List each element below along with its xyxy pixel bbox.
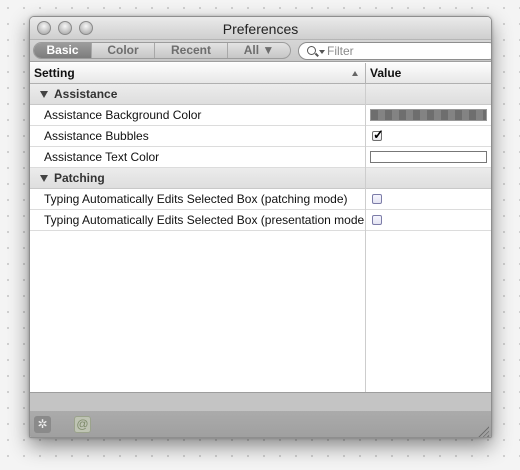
toolbar: Basic Color Recent All ▼ [30,40,491,62]
tab-color[interactable]: Color [92,43,155,58]
table-row[interactable]: Assistance Text Color [30,147,491,168]
tab-basic[interactable]: Basic [34,43,92,58]
disclosure-triangle-icon[interactable] [40,175,48,182]
bottom-bar: ✲ @ [30,392,491,437]
table-row[interactable]: Typing Automatically Edits Selected Box … [30,189,491,210]
checkmark-icon: ✓ [373,127,384,142]
column-divider[interactable] [365,63,366,84]
column-header-value[interactable]: Value [370,66,401,80]
tab-all[interactable]: All ▼ [228,43,290,58]
color-well[interactable] [370,109,487,121]
checkbox[interactable] [372,215,382,225]
column-header-setting[interactable]: Setting [34,66,75,80]
checkbox[interactable] [372,194,382,204]
search-icon[interactable] [307,46,316,55]
gear-icon[interactable]: ✲ [34,416,51,433]
at-sign-icon[interactable]: @ [74,416,91,433]
sort-ascending-icon[interactable] [352,71,358,76]
table-row[interactable]: Typing Automatically Edits Selected Box … [30,210,491,231]
title-bar[interactable]: Preferences [30,17,491,40]
group-label: Patching [54,171,105,185]
preferences-window: Preferences Basic Color Recent All ▼ Set… [29,16,492,438]
category-segmented-control: Basic Color Recent All ▼ [33,42,291,59]
column-separator [365,84,366,392]
setting-label: Typing Automatically Edits Selected Box … [44,192,348,206]
table-row[interactable]: Assistance Bubbles ✓ [30,126,491,147]
table-header: Setting Value [30,63,491,84]
search-menu-arrow-icon[interactable] [319,50,325,54]
setting-label: Assistance Bubbles [44,129,149,143]
group-row-patching[interactable]: Patching [30,168,491,189]
setting-label: Assistance Text Color [44,150,160,164]
tab-recent[interactable]: Recent [155,43,228,58]
table-row[interactable]: Assistance Background Color [30,105,491,126]
resize-grip-icon[interactable] [478,426,489,437]
group-label: Assistance [54,87,118,101]
search-field[interactable] [298,42,491,60]
setting-label: Typing Automatically Edits Selected Box … [44,213,364,227]
color-well[interactable] [370,151,487,163]
disclosure-triangle-icon[interactable] [40,91,48,98]
setting-label: Assistance Background Color [44,108,202,122]
checkbox[interactable]: ✓ [372,127,384,142]
group-row-assistance[interactable]: Assistance [30,84,491,105]
search-input[interactable] [327,44,487,58]
window-title: Preferences [222,21,299,37]
